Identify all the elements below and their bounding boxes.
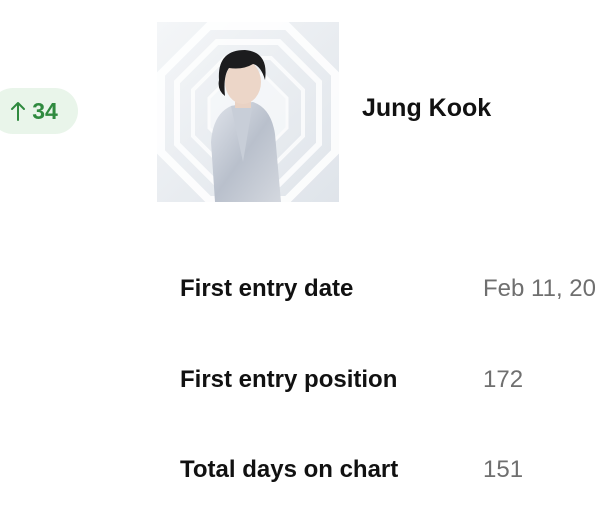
- stat-row-first-entry-position: First entry position 172: [180, 360, 523, 400]
- stat-row-first-entry-date: First entry date Feb 11, 20: [180, 269, 596, 309]
- stat-value: 151: [483, 456, 524, 483]
- artist-photo[interactable]: [157, 22, 339, 202]
- stat-label: First entry date: [180, 275, 354, 302]
- stat-label: Total days on chart: [180, 456, 399, 483]
- stat-value: 172: [483, 366, 524, 393]
- arrow-up-icon: [10, 101, 26, 121]
- chart-entry-details: 34 Jung Kook First entry date Feb 11, 20…: [0, 0, 600, 518]
- rank-change-badge: 34: [0, 88, 78, 134]
- rank-change-value: 34: [32, 97, 58, 124]
- stat-row-total-days-on-chart: Total days on chart 151: [180, 450, 523, 490]
- artist-name[interactable]: Jung Kook: [362, 94, 491, 123]
- stat-label: First entry position: [180, 366, 398, 393]
- stat-value: Feb 11, 20: [483, 275, 596, 302]
